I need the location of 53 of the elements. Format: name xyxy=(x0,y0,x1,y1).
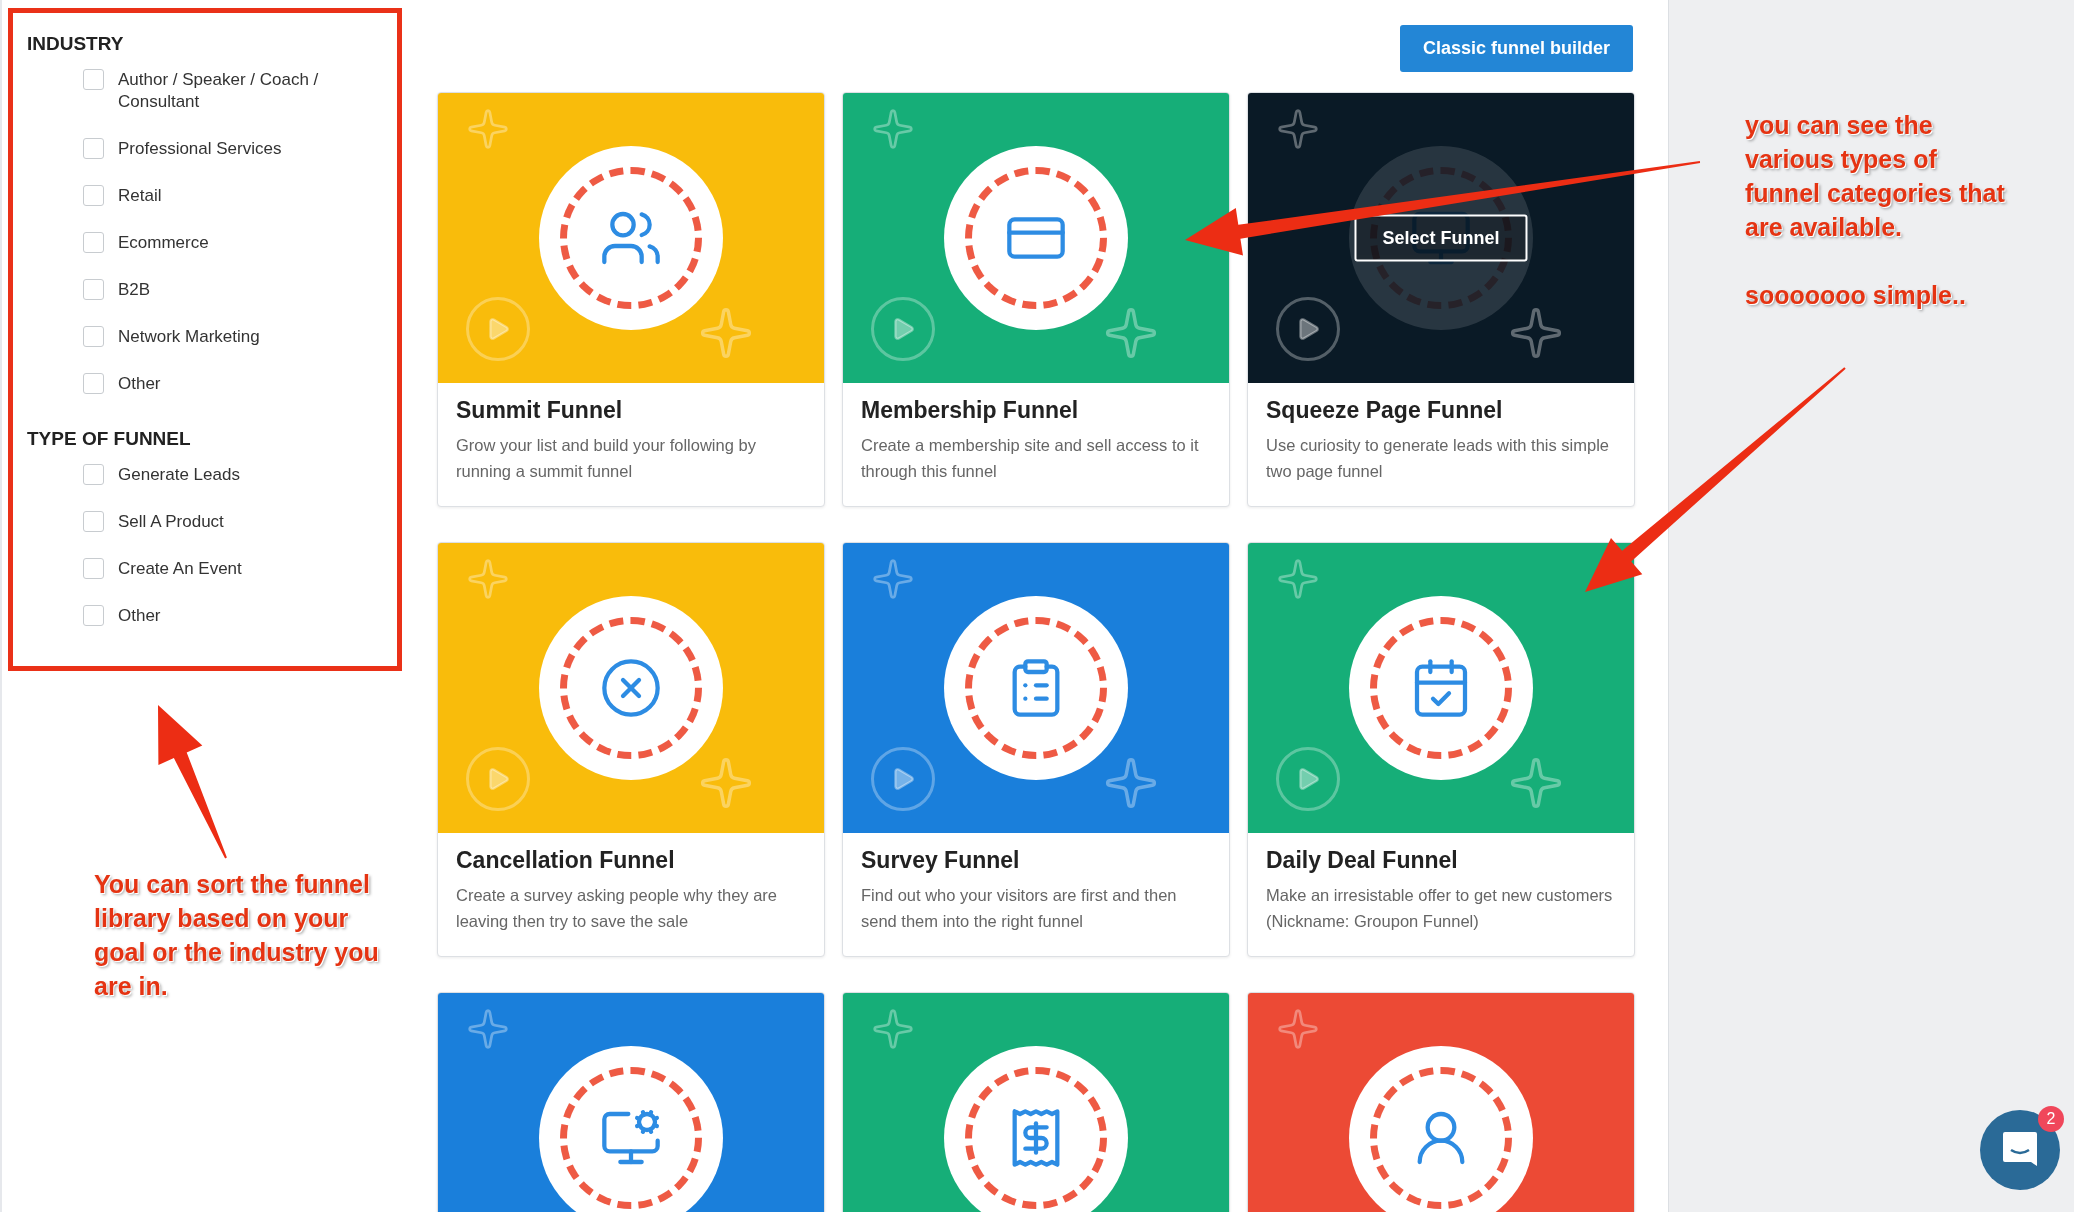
classic-builder-button[interactable]: Classic funnel builder xyxy=(1400,25,1633,72)
filter-label: Generate Leads xyxy=(118,464,240,486)
filter-label: Network Marketing xyxy=(118,326,260,348)
filter-label: Sell A Product xyxy=(118,511,224,533)
filter-label: Retail xyxy=(118,185,162,207)
filter-label: B2B xyxy=(118,279,151,301)
card-description: Use curiosity to generate leads with this simple two page funnel xyxy=(1266,435,1610,482)
card-title: Survey Funnel xyxy=(861,847,1021,874)
funnel-card[interactable]: Cancellation Funnel Create a survey asking people why they are leaving then try to save the sale xyxy=(437,542,825,957)
filter-label: Create An Event xyxy=(118,558,242,580)
card-title: Squeeze Page Funnel xyxy=(1266,397,1504,424)
card-description: Make an irresistable offer to get new customers (Nickname: Groupon Funnel) xyxy=(1266,885,1614,932)
annotation-text: you can see the various types of funnel categories that are available. xyxy=(1745,110,2006,243)
checkbox[interactable] xyxy=(83,279,104,300)
checkbox[interactable] xyxy=(83,326,104,347)
funnel-card[interactable]: Summit Funnel Grow your list and build your following by running a summit funnel xyxy=(437,92,825,507)
card-description: Grow your list and build your following by running a summit funnel xyxy=(456,435,757,482)
filter-label: Ecommerce xyxy=(118,232,209,254)
card-title: Summit Funnel xyxy=(456,397,624,424)
play-icon xyxy=(1276,297,1340,361)
checkbox[interactable] xyxy=(83,605,104,626)
card-title: Daily Deal Funnel xyxy=(1266,847,1459,874)
card-title: Membership Funnel xyxy=(861,397,1080,424)
checkbox[interactable] xyxy=(83,373,104,394)
annotation-text: sooooooo simple.. xyxy=(1745,280,1967,311)
checkbox[interactable] xyxy=(83,511,104,532)
funnel-card[interactable]: Membership Funnel Create a membership site and sell access to it through this funnel xyxy=(842,92,1230,507)
checkbox[interactable] xyxy=(83,232,104,253)
play-icon xyxy=(466,297,530,361)
play-icon xyxy=(466,747,530,811)
checkbox[interactable] xyxy=(83,558,104,579)
checkbox[interactable] xyxy=(83,464,104,485)
card-description: Create a survey asking people why they are leaving then try to save the sale xyxy=(456,885,778,932)
filter-label: Professional Services xyxy=(118,138,282,160)
funnel-card[interactable]: Select Funnel Squeeze Page Funnel Use curiosity to generate leads with this simple two page funnel xyxy=(1247,92,1635,507)
filter-heading: TYPE OF FUNNEL xyxy=(27,428,192,450)
filter-label: Author / Speaker / Coach / Consultant xyxy=(118,69,320,113)
card-description: Create a membership site and sell access to it through this funnel xyxy=(861,435,1200,482)
card-title: Cancellation Funnel xyxy=(456,847,676,874)
filter-label: Other xyxy=(118,605,161,627)
play-icon xyxy=(871,747,935,811)
funnel-card[interactable]: Daily Deal Funnel Make an irresistable offer to get new customers (Nickname: Groupon Funnel) xyxy=(1247,542,1635,957)
funnel-card[interactable]: Survey Funnel Find out who your visitors are first and then send them into the right funnel xyxy=(842,542,1230,957)
checkbox[interactable] xyxy=(83,138,104,159)
filter-label: Other xyxy=(118,373,161,395)
checkbox[interactable] xyxy=(83,69,104,90)
annotation-text: You can sort the funnel library based on your goal or the industry you are in. xyxy=(94,869,380,1002)
filter-heading: INDUSTRY xyxy=(27,33,125,55)
play-icon xyxy=(1276,747,1340,811)
play-icon xyxy=(871,297,935,361)
card-description: Find out who your visitors are first and then send them into the right funnel xyxy=(861,885,1178,932)
checkbox[interactable] xyxy=(83,185,104,206)
select-funnel-button[interactable]: Select Funnel xyxy=(1354,214,1528,262)
